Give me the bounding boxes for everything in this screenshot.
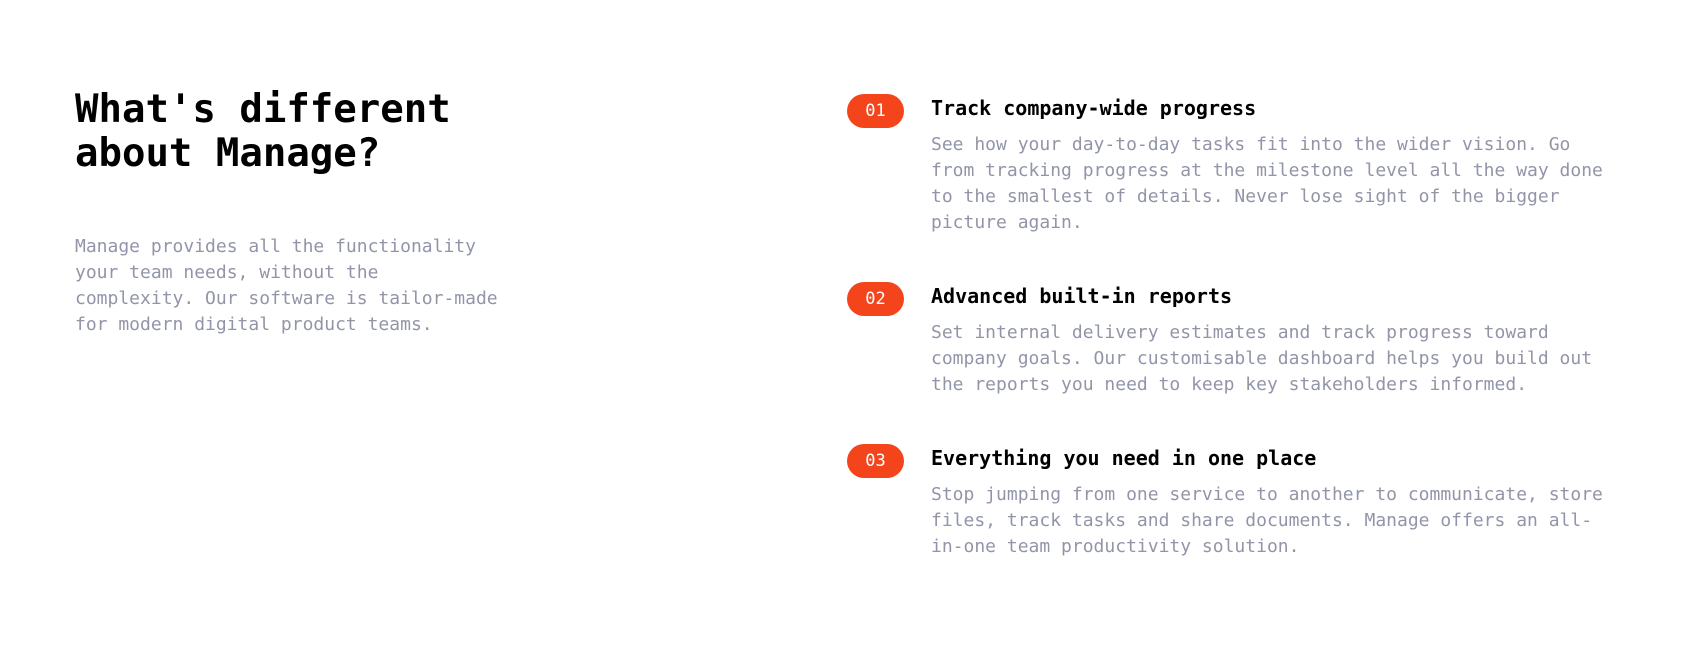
feature-description: Stop jumping from one service to another… bbox=[931, 484, 1603, 557]
section-description: Manage provides all the functionality yo… bbox=[75, 236, 498, 335]
feature-description: Set internal delivery estimates and trac… bbox=[931, 322, 1593, 395]
section-title: What's different about Manage? bbox=[75, 88, 515, 176]
feature-number-badge: 02 bbox=[847, 282, 904, 316]
feature-title: Track company-wide progress bbox=[931, 96, 1257, 120]
feature-item: 03 Everything you need in one place Stop… bbox=[847, 438, 1607, 560]
feature-item: 02 Advanced built-in reports Set interna… bbox=[847, 276, 1607, 438]
section-title-line-2: about Manage? bbox=[75, 131, 381, 176]
features-list: 01 Track company-wide progress See how y… bbox=[847, 88, 1607, 560]
intro-section: What's different about Manage? Manage pro… bbox=[75, 88, 515, 338]
feature-number-badge: 01 bbox=[847, 94, 904, 128]
feature-number-badge: 03 bbox=[847, 444, 904, 478]
feature-title: Advanced built-in reports bbox=[931, 284, 1233, 308]
section-title-line-1: What's different bbox=[75, 87, 451, 132]
feature-item: 01 Track company-wide progress See how y… bbox=[847, 88, 1607, 276]
feature-title: Everything you need in one place bbox=[931, 446, 1317, 470]
feature-description: See how your day-to-day tasks fit into t… bbox=[931, 134, 1603, 233]
